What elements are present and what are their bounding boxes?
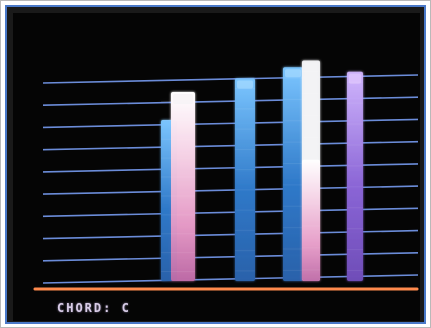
bar-lower [302, 159, 320, 281]
bar-cap [173, 94, 193, 104]
chord-label: CHORD: C [57, 301, 131, 315]
bar-cap [285, 69, 301, 78]
bar-3 [283, 67, 303, 281]
game-screen: CHORD: C [13, 13, 420, 321]
bar-1 [161, 92, 195, 281]
chord-bars [161, 60, 363, 281]
bar-2 [235, 78, 255, 281]
bar-5 [347, 71, 363, 281]
bar-cap [237, 80, 253, 89]
screenshot-frame: CHORD: C [0, 0, 431, 328]
chord-visualizer [33, 60, 419, 291]
bar-4 [302, 60, 320, 281]
